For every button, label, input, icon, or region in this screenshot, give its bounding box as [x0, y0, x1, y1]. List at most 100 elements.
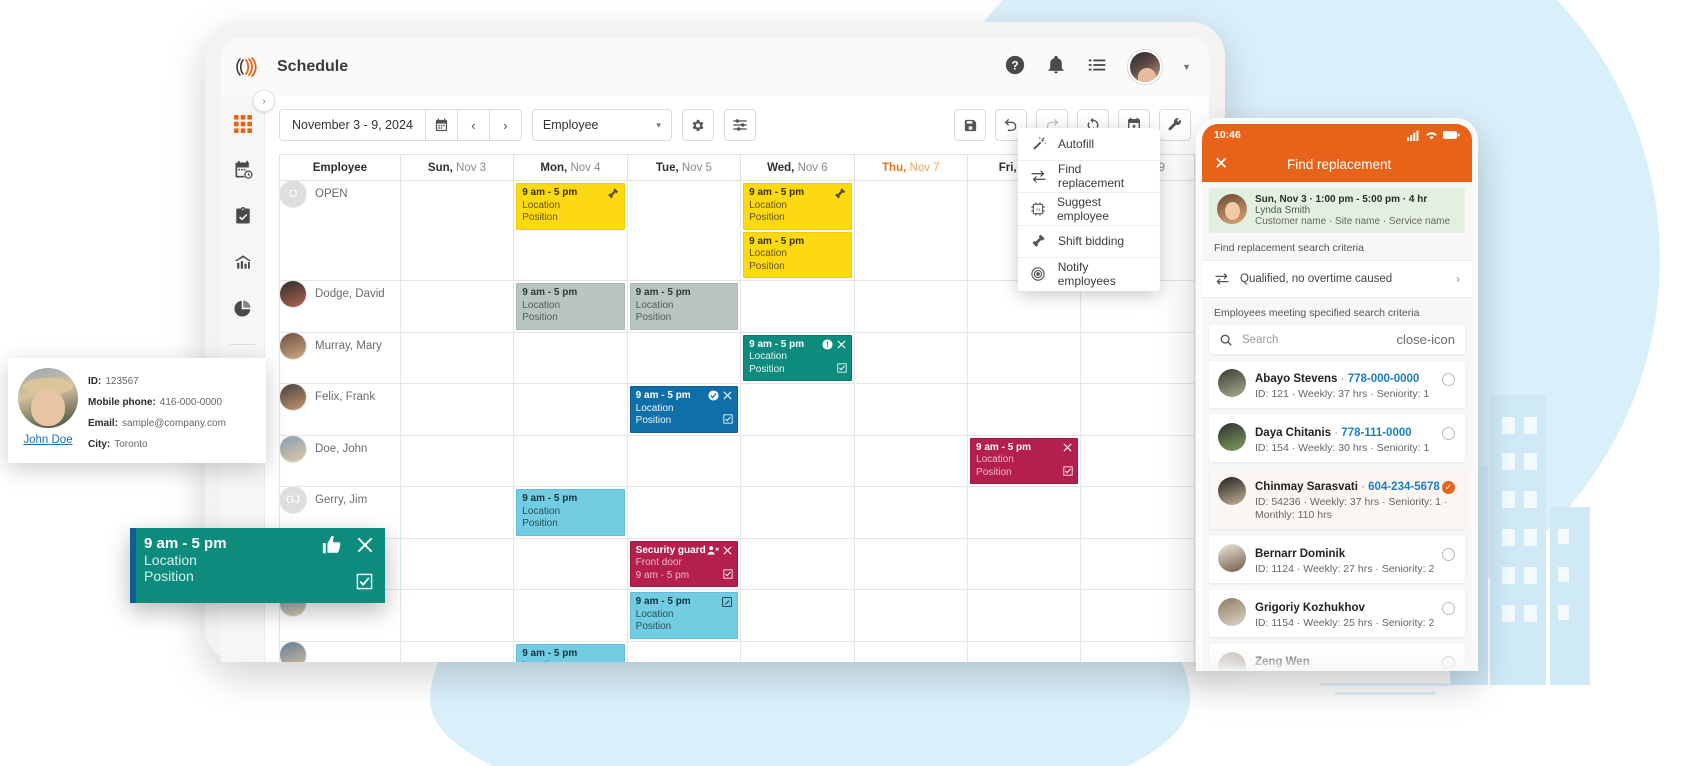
candidate-radio[interactable] — [1442, 427, 1455, 440]
approved-check-icon[interactable] — [708, 390, 719, 401]
search-input[interactable]: Search close-icon — [1209, 325, 1465, 354]
close-icon[interactable] — [1062, 442, 1073, 453]
gavel-icon[interactable] — [834, 187, 847, 200]
list-item[interactable]: Chinmay Sarasvati · 604-234-5678 ID: 542… — [1209, 469, 1465, 529]
cell-tue[interactable]: 9 am - 5 pm Location Position — [626, 589, 742, 642]
cell-wed[interactable] — [740, 434, 855, 487]
thumbs-up-icon[interactable] — [321, 534, 343, 556]
cell-sat[interactable] — [1080, 589, 1195, 642]
cell-tue[interactable] — [626, 640, 742, 662]
shift-chip-doe-fri[interactable]: 9 am - 5 pm Location Position — [970, 437, 1079, 484]
employee-cell-doe[interactable]: Doe, John — [279, 434, 401, 487]
checkbox-checked-icon[interactable] — [356, 573, 373, 590]
cell-wed[interactable]: 9 am - 5 pm Location Position — [740, 331, 855, 384]
menu-item-autofill[interactable]: Autofill — [1018, 128, 1160, 161]
cell-sat[interactable] — [1080, 640, 1195, 662]
sidebar-item-dashboard[interactable] — [231, 112, 255, 136]
sidebar-item-analytics[interactable] — [231, 296, 255, 320]
cell-fri[interactable] — [967, 383, 1082, 436]
calendar-picker-button[interactable] — [424, 110, 457, 140]
cell-mon[interactable]: 9 am - 5 pm Location Position — [513, 280, 628, 333]
cell-thu[interactable] — [853, 486, 969, 539]
person-remove-icon[interactable] — [707, 545, 719, 556]
settings-button[interactable] — [681, 109, 714, 141]
cell-mon[interactable] — [513, 331, 628, 384]
employee-cell-dodge[interactable]: Dodge, David — [279, 280, 401, 333]
employee-cell-open[interactable]: O OPEN — [279, 180, 401, 281]
cell-thu[interactable] — [853, 383, 969, 436]
chevron-down-icon[interactable]: ▼ — [1182, 62, 1191, 72]
shift-chip-gerry-mon[interactable]: 9 am - 5 pm Location Position — [516, 489, 625, 536]
shift-chip-murray-wed[interactable]: 9 am - 5 pm Location Position — [743, 334, 852, 381]
cell-thu[interactable] — [853, 331, 969, 384]
cell-sun[interactable] — [399, 180, 515, 281]
save-button[interactable] — [954, 109, 986, 141]
cell-fri[interactable] — [967, 486, 1082, 539]
cell-thu[interactable] — [853, 180, 969, 281]
shift-chip-row9-mon[interactable]: 9 am - 5 pm Location Position — [516, 643, 625, 662]
cell-sat[interactable] — [1080, 486, 1195, 539]
cell-sat[interactable] — [1080, 434, 1195, 487]
tools-button[interactable] — [1159, 109, 1191, 141]
cell-sun[interactable] — [399, 383, 515, 436]
cell-wed[interactable] — [740, 589, 855, 642]
candidate-phone[interactable]: 604-234-5678 — [1368, 481, 1440, 493]
warning-icon[interactable] — [822, 338, 833, 350]
cell-wed[interactable] — [740, 640, 855, 662]
cell-wed[interactable] — [740, 537, 855, 590]
cell-thu[interactable] — [853, 640, 969, 662]
edit-pencil-icon[interactable] — [721, 596, 733, 608]
cell-fri[interactable]: 9 am - 5 pm Location Position — [967, 434, 1082, 487]
cell-tue[interactable]: Security guard Front door 9 am - 5 pm — [626, 537, 742, 590]
shift-detail-callout[interactable]: 9 am - 5 pm Location Position — [130, 528, 385, 603]
filter-sliders-button[interactable] — [723, 109, 756, 141]
candidate-radio[interactable] — [1442, 602, 1455, 615]
shift-chip-open-mon[interactable]: 9 am - 5 pm Location Position — [516, 183, 625, 230]
shift-chip-felix-tue[interactable]: 9 am - 5 pm Location Position — [629, 386, 739, 433]
menu-item-notify-employees[interactable]: Notify employees — [1018, 258, 1160, 291]
cell-wed[interactable] — [740, 486, 855, 539]
cell-tue[interactable] — [626, 486, 742, 539]
close-icon[interactable] — [722, 545, 733, 556]
cell-mon[interactable]: 9 am - 5 pm Location Position — [513, 180, 628, 281]
list-item[interactable]: Abayo Stevens · 778-000-0000 ID: 121 · W… — [1209, 361, 1465, 408]
candidate-radio-selected[interactable]: ✓ — [1442, 481, 1455, 494]
cell-tue[interactable]: 9 am - 5 pm Location Position — [626, 280, 742, 333]
cell-mon[interactable] — [513, 589, 628, 642]
list-item[interactable]: Grigoriy Kozhukhov ID: 1154 · Weekly: 25… — [1209, 590, 1465, 637]
candidate-radio[interactable] — [1442, 373, 1455, 386]
cell-sat[interactable] — [1080, 537, 1195, 590]
cell-wed[interactable]: 9 am - 5 pm Location Position 9 am - 5 p… — [740, 180, 855, 281]
search-criteria-row[interactable]: Qualified, no overtime caused › — [1202, 260, 1472, 298]
cell-fri[interactable] — [967, 331, 1082, 384]
cell-thu[interactable] — [853, 280, 969, 333]
cell-thu[interactable] — [853, 434, 969, 487]
cell-thu[interactable] — [853, 589, 969, 642]
cell-fri[interactable] — [967, 589, 1082, 642]
menu-item-suggest-employee[interactable]: AI Suggest employee — [1018, 193, 1160, 226]
sidebar-item-reports[interactable] — [231, 250, 255, 274]
cell-fri[interactable] — [967, 537, 1082, 590]
cell-sun[interactable] — [399, 537, 515, 590]
employee-cell-murray[interactable]: Murray, Mary — [279, 331, 401, 384]
cell-sun[interactable] — [399, 486, 515, 539]
cell-thu[interactable] — [853, 537, 969, 590]
cell-mon[interactable] — [513, 434, 628, 487]
checkbox-checked-icon[interactable] — [723, 414, 733, 429]
sidebar-item-schedule[interactable] — [231, 158, 255, 182]
shift-chip-security-guard[interactable]: Security guard Front door 9 am - 5 pm — [629, 540, 739, 587]
cell-mon[interactable]: 9 am - 5 pm Location Position — [513, 486, 628, 539]
menu-item-find-replacement[interactable]: Find replacement — [1018, 161, 1160, 193]
shift-chip-dodge-tue[interactable]: 9 am - 5 pm Location Position — [629, 283, 739, 330]
cell-mon[interactable] — [513, 537, 628, 590]
cell-wed[interactable] — [740, 280, 855, 333]
cell-tue[interactable] — [626, 331, 742, 384]
help-icon[interactable]: ? — [1004, 54, 1026, 81]
sidebar-expand-button[interactable]: › — [253, 90, 275, 112]
candidate-phone[interactable]: 778-111-0000 — [1341, 427, 1411, 439]
cell-sun[interactable] — [399, 280, 515, 333]
group-by-select[interactable]: Employee ▾ — [531, 109, 672, 141]
cell-sat[interactable] — [1080, 383, 1195, 436]
close-icon[interactable] — [836, 339, 847, 350]
avatar[interactable] — [1128, 50, 1163, 84]
